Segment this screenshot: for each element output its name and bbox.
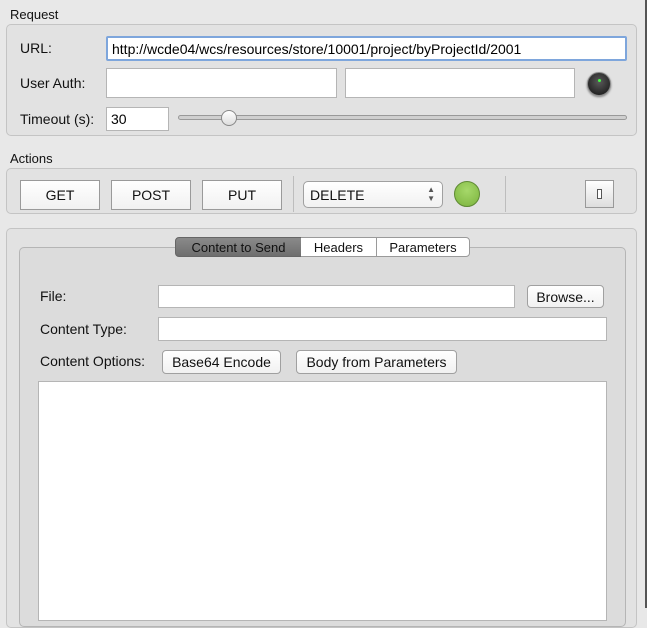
content-body-textarea[interactable] (38, 381, 607, 621)
file-label: File: (40, 288, 67, 304)
actions-section-title: Actions (10, 151, 53, 166)
timeout-label: Timeout (s): (20, 111, 95, 127)
timeout-slider-track[interactable] (178, 115, 627, 120)
url-input[interactable] (106, 36, 627, 61)
request-section-title: Request (10, 7, 59, 22)
url-label: URL: (20, 40, 52, 56)
updown-arrows-icon: ▲ ▼ (427, 185, 435, 203)
divider (293, 176, 294, 212)
base64-encode-button[interactable]: Base64 Encode (162, 350, 281, 374)
get-button[interactable]: GET (20, 180, 100, 210)
tab-parameters[interactable]: Parameters (376, 237, 470, 257)
tab-headers[interactable]: Headers (301, 237, 377, 257)
toggle-switch-icon[interactable] (585, 180, 614, 208)
status-indicator-icon (454, 181, 480, 207)
file-input[interactable] (158, 285, 515, 308)
divider (505, 176, 506, 212)
put-button[interactable]: PUT (202, 180, 282, 210)
globe-icon[interactable] (587, 72, 611, 96)
body-from-parameters-button[interactable]: Body from Parameters (296, 350, 457, 374)
method-select-value: DELETE (310, 186, 365, 203)
content-type-label: Content Type: (40, 321, 127, 337)
auth-password-input[interactable] (345, 68, 575, 98)
content-options-label: Content Options: (40, 353, 146, 369)
post-button[interactable]: POST (111, 180, 191, 210)
method-select[interactable]: DELETE ▲ ▼ (303, 181, 443, 208)
tab-content-to-send[interactable]: Content to Send (175, 237, 302, 257)
user-auth-label: User Auth: (20, 75, 86, 91)
auth-username-input[interactable] (106, 68, 337, 98)
content-type-input[interactable] (158, 317, 607, 341)
timeout-input[interactable] (106, 107, 169, 131)
browse-button[interactable]: Browse... (527, 285, 604, 308)
